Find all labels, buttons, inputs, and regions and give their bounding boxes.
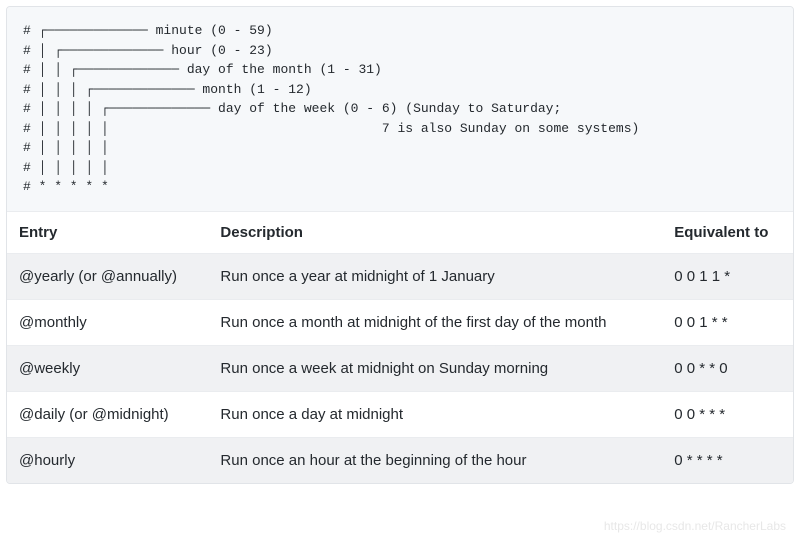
cron-shortcuts-table: Entry Description Equivalent to @yearly … xyxy=(7,211,793,483)
cell-equivalent: 0 0 * * 0 xyxy=(662,345,793,391)
cell-equivalent: 0 * * * * xyxy=(662,437,793,483)
table-row: @hourly Run once an hour at the beginnin… xyxy=(7,437,793,483)
code-line: # │ │ ┌───────────── day of the month (1… xyxy=(23,62,382,77)
cell-description: Run once a day at midnight xyxy=(208,391,662,437)
table-row: @yearly (or @annually) Run once a year a… xyxy=(7,253,793,299)
cell-entry: @hourly xyxy=(7,437,208,483)
header-description: Description xyxy=(208,211,662,253)
code-line: # │ │ │ │ │ xyxy=(23,140,109,155)
code-line: # ┌───────────── minute (0 - 59) xyxy=(23,23,273,38)
cell-description: Run once an hour at the beginning of the… xyxy=(208,437,662,483)
table-row: @monthly Run once a month at midnight of… xyxy=(7,299,793,345)
cell-entry: @yearly (or @annually) xyxy=(7,253,208,299)
table-row: @weekly Run once a week at midnight on S… xyxy=(7,345,793,391)
cell-equivalent: 0 0 1 1 * xyxy=(662,253,793,299)
cron-syntax-diagram: # ┌───────────── minute (0 - 59) # │ ┌──… xyxy=(7,7,793,211)
cell-entry: @weekly xyxy=(7,345,208,391)
cell-equivalent: 0 0 1 * * xyxy=(662,299,793,345)
cell-description: Run once a week at midnight on Sunday mo… xyxy=(208,345,662,391)
code-line: # │ ┌───────────── hour (0 - 23) xyxy=(23,43,273,58)
code-line: # * * * * * xyxy=(23,179,109,194)
document-container: # ┌───────────── minute (0 - 59) # │ ┌──… xyxy=(6,6,794,484)
cron-shortcuts-table-wrapper: Entry Description Equivalent to @yearly … xyxy=(7,211,793,483)
code-line: # │ │ │ ┌───────────── month (1 - 12) xyxy=(23,82,312,97)
code-line: # │ │ │ │ │ xyxy=(23,160,109,175)
cell-equivalent: 0 0 * * * xyxy=(662,391,793,437)
table-header-row: Entry Description Equivalent to xyxy=(7,211,793,253)
cell-description: Run once a year at midnight of 1 January xyxy=(208,253,662,299)
cell-entry: @monthly xyxy=(7,299,208,345)
table-row: @daily (or @midnight) Run once a day at … xyxy=(7,391,793,437)
code-line: # │ │ │ │ │ 7 is also Sunday on some sys… xyxy=(23,121,639,136)
header-entry: Entry xyxy=(7,211,208,253)
header-equivalent: Equivalent to xyxy=(662,211,793,253)
watermark-text: https://blog.csdn.net/RancherLabs xyxy=(604,519,786,533)
cell-entry: @daily (or @midnight) xyxy=(7,391,208,437)
code-line: # │ │ │ │ ┌───────────── day of the week… xyxy=(23,101,561,116)
cell-description: Run once a month at midnight of the firs… xyxy=(208,299,662,345)
